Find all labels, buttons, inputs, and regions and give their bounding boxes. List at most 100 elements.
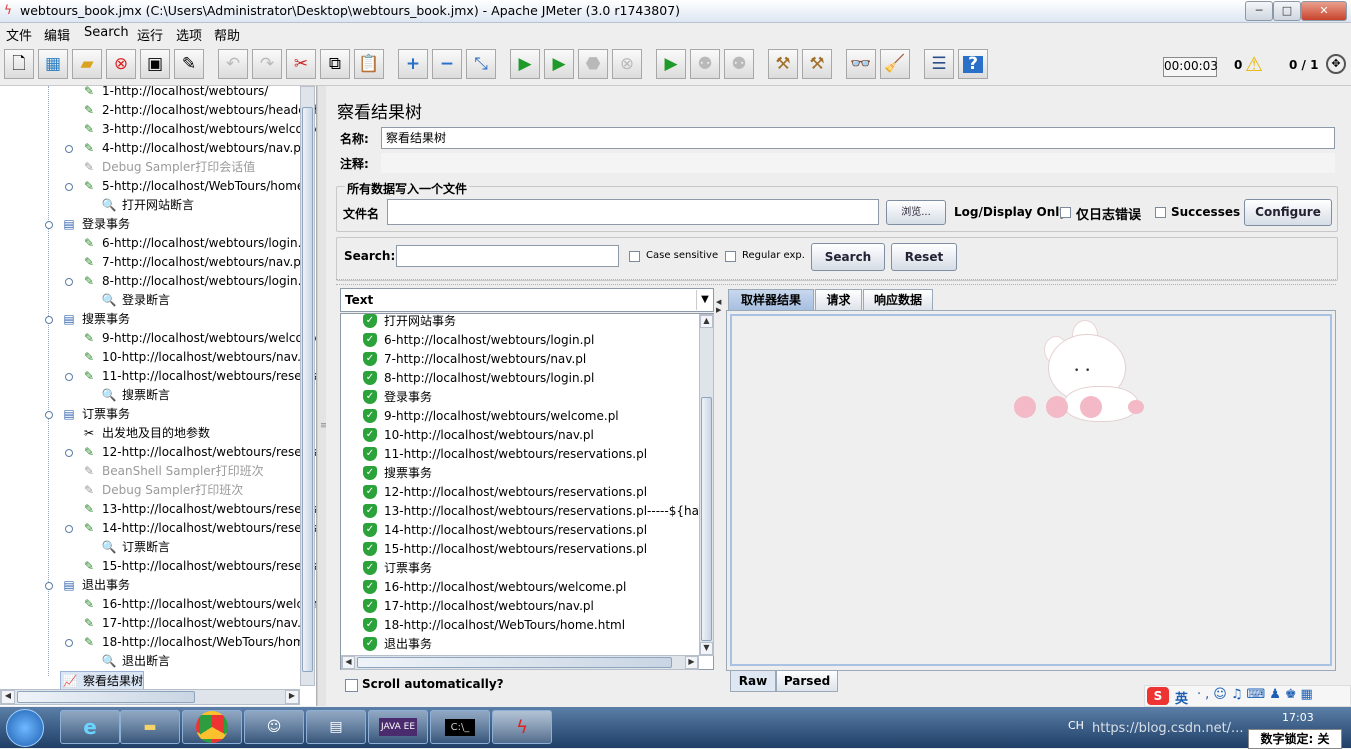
tree-node[interactable]: ✎ 13-http://localhost/webtours/reserva — [80, 500, 316, 519]
tab-request[interactable]: 请求 — [815, 289, 862, 310]
menu-edit[interactable]: 编辑 — [44, 25, 70, 44]
paste-icon[interactable]: 📋 — [354, 49, 384, 79]
expand-icon[interactable]: + — [398, 49, 428, 79]
renderer-dropdown-arrow[interactable]: ▼ — [696, 290, 713, 310]
explorer-icon[interactable]: ▬ — [120, 710, 180, 744]
tree-node[interactable]: ✂ 出发地及目的地参数 — [80, 424, 210, 443]
tree-node[interactable]: 🔍 搜票断言 — [100, 386, 171, 405]
close-button[interactable]: ✕ — [1301, 1, 1347, 21]
tree-expand-toggle[interactable] — [65, 278, 73, 286]
tree-node[interactable]: ✎ 1-http://localhost/webtours/ — [80, 86, 268, 101]
result-item[interactable]: ✓ 16-http://localhost/webtours/welcome.pl — [341, 578, 701, 597]
result-item[interactable]: ✓ 10-http://localhost/webtours/nav.pl — [341, 426, 701, 445]
open-icon[interactable]: ▰ — [72, 49, 102, 79]
tree-node[interactable]: ▤ 搜票事务 — [60, 310, 130, 329]
tree-expand-toggle[interactable] — [65, 145, 73, 153]
result-item[interactable]: ✓ 18-http://localhost/WebTours/home.html — [341, 616, 701, 635]
start-icon[interactable]: ▶ — [510, 49, 540, 79]
new-icon[interactable]: 🗋 — [4, 49, 34, 79]
maximize-button[interactable]: □ — [1273, 1, 1301, 21]
renderer-select[interactable]: Text — [340, 288, 714, 312]
close-icon[interactable]: ⊗ — [106, 49, 136, 79]
stop-icon[interactable]: ⬣ — [578, 49, 608, 79]
tab-response-data[interactable]: 响应数据 — [863, 289, 933, 310]
search-icon[interactable]: 👓 — [846, 49, 876, 79]
tree-node[interactable]: ✎ 4-http://localhost/webtours/nav.pl — [80, 139, 304, 158]
start-no-pause-icon[interactable]: ▶ — [544, 49, 574, 79]
tree-horizontal-scrollbar[interactable]: ◀ ▶ — [0, 689, 300, 705]
browse-button[interactable]: 浏览... — [886, 200, 946, 225]
menu-file[interactable]: 文件 — [6, 25, 32, 44]
scroll-right-arrow[interactable]: ▶ — [285, 690, 299, 704]
result-item[interactable]: ✓ 登录事务 — [341, 388, 701, 407]
case-sensitive-checkbox[interactable] — [629, 251, 640, 262]
toggle-icon[interactable]: ⤡ — [466, 49, 496, 79]
menu-options[interactable]: 选项 — [176, 25, 202, 44]
search-button[interactable]: Search — [811, 243, 885, 271]
filename-input[interactable] — [387, 199, 879, 225]
minimize-button[interactable]: ─ — [1245, 1, 1273, 21]
shutdown-icon[interactable]: ⊗ — [612, 49, 642, 79]
tree-node[interactable]: ✎ 7-http://localhost/webtours/nav.pl — [80, 253, 304, 272]
collapse-icon[interactable]: − — [432, 49, 462, 79]
tree-expand-toggle[interactable] — [45, 316, 53, 324]
jmeter-icon[interactable]: ϟ — [492, 710, 552, 744]
result-item[interactable]: ✓ 13-http://localhost/webtours/reservatio… — [341, 502, 713, 521]
result-item[interactable]: ✓ 打开网站事务 — [341, 314, 701, 331]
result-item[interactable]: ✓ 退出事务 — [341, 635, 701, 654]
tree-node[interactable]: ✎ 12-http://localhost/webtours/reserva — [80, 443, 316, 462]
results-scroll-right[interactable]: ▶ — [685, 656, 698, 669]
tree-node[interactable]: 🔍 登录断言 — [100, 291, 171, 310]
tree-node[interactable]: ✎ 3-http://localhost/webtours/welcome — [80, 120, 316, 139]
warning-icon[interactable]: ⚠ — [1245, 53, 1263, 75]
result-item[interactable]: ✓ 订票事务 — [341, 559, 701, 578]
reset-search-icon[interactable]: 🧹 — [880, 49, 910, 79]
tree-node[interactable]: ✎ 2-http://localhost/webtours/header.h — [80, 101, 316, 120]
tree-node[interactable]: ✎ Debug Sampler打印班次 — [80, 481, 243, 500]
language-indicator[interactable]: CH — [1068, 719, 1084, 732]
results-scroll-up[interactable]: ▲ — [700, 315, 713, 328]
tree-node[interactable]: ✎ 10-http://localhost/webtours/nav.pl — [80, 348, 312, 367]
tree-node[interactable]: ✎ 17-http://localhost/webtours/nav.pl — [80, 614, 312, 633]
result-item[interactable]: ✓ 17-http://localhost/webtours/nav.pl — [341, 597, 701, 616]
tree-vertical-scrollbar[interactable] — [300, 86, 315, 686]
app-face-icon[interactable]: ☺ — [244, 710, 304, 744]
templates-icon[interactable]: ▦ — [38, 49, 68, 79]
remote-status-icon[interactable]: ✥ — [1326, 54, 1346, 74]
ie-icon[interactable]: e — [60, 710, 120, 744]
tree-expand-toggle[interactable] — [45, 582, 53, 590]
tree-node[interactable]: ✎ 11-http://localhost/webtours/reserva — [80, 367, 316, 386]
chrome-icon[interactable] — [182, 710, 242, 744]
tree-node[interactable]: ✎ 9-http://localhost/webtours/welcome — [80, 329, 316, 348]
tree-node[interactable]: 🔍 订票断言 — [100, 538, 171, 557]
test-plan-tree[interactable]: ✎ 1-http://localhost/webtours/ ✎ 2-http://l… — [0, 86, 317, 706]
tree-node[interactable]: ✎ 18-http://localhost/WebTours/home. — [80, 633, 316, 652]
scroll-left-arrow[interactable]: ◀ — [1, 690, 15, 704]
tree-node[interactable]: ▤ 退出事务 — [60, 576, 130, 595]
sogou-logo-icon[interactable]: S — [1147, 687, 1169, 705]
tree-node[interactable]: ✎ 8-http://localhost/webtours/login.pl — [80, 272, 312, 291]
tree-node[interactable]: ✎ 16-http://localhost/webtours/welcom — [80, 595, 316, 614]
menu-search[interactable]: Search — [84, 25, 129, 40]
menu-help[interactable]: 帮助 — [214, 25, 240, 44]
result-item[interactable]: ✓ 12-http://localhost/webtours/reservatio… — [341, 483, 701, 502]
clear-all-icon[interactable]: ⚒ — [802, 49, 832, 79]
tab-sampler-result[interactable]: 取样器结果 — [728, 289, 814, 310]
results-vertical-scrollbar[interactable]: ▲ ▼ — [699, 314, 714, 656]
errors-only-checkbox[interactable] — [1060, 207, 1071, 218]
undo-icon[interactable]: ↶ — [218, 49, 248, 79]
tree-expand-toggle[interactable] — [65, 373, 73, 381]
result-item[interactable]: ✓ 7-http://localhost/webtours/nav.pl — [341, 350, 701, 369]
results-scroll-down[interactable]: ▼ — [700, 642, 713, 655]
result-item[interactable]: ✓ 11-http://localhost/webtours/reservatio… — [341, 445, 701, 464]
results-scroll-left[interactable]: ◀ — [342, 656, 355, 669]
redo-icon[interactable]: ↷ — [252, 49, 282, 79]
name-field[interactable]: 察看结果树 — [381, 127, 1335, 149]
tree-expand-toggle[interactable] — [65, 639, 73, 647]
configure-button[interactable]: Configure — [1244, 199, 1332, 226]
results-splitter[interactable] — [336, 279, 1336, 285]
tree-expand-toggle[interactable] — [45, 411, 53, 419]
tree-node[interactable]: ▤ 登录事务 — [60, 215, 130, 234]
regex-checkbox[interactable] — [725, 251, 736, 262]
remote-stop-icon[interactable]: ⚉ — [690, 49, 720, 79]
